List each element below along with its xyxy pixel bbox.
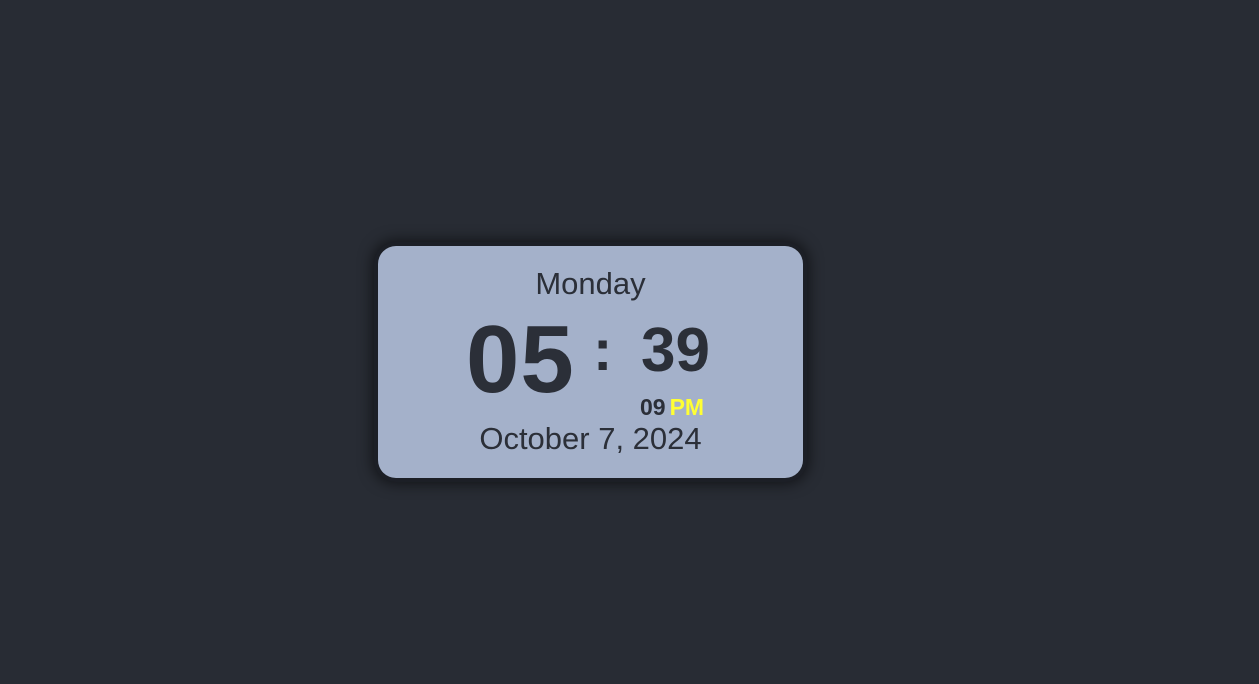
seconds-period-row: 09 PM [640,394,704,420]
am-pm-indicator: PM [669,394,705,420]
day-name: Monday [535,266,646,301]
clock-card: Monday 05 : 39 09 PM October 7, 2024 [378,246,803,478]
minutes-display: 39 [641,316,710,385]
seconds-display: 09 [640,394,666,420]
date-display: October 7, 2024 [479,421,702,456]
hours-display: 05 [466,306,575,413]
time-separator: : [593,318,613,383]
